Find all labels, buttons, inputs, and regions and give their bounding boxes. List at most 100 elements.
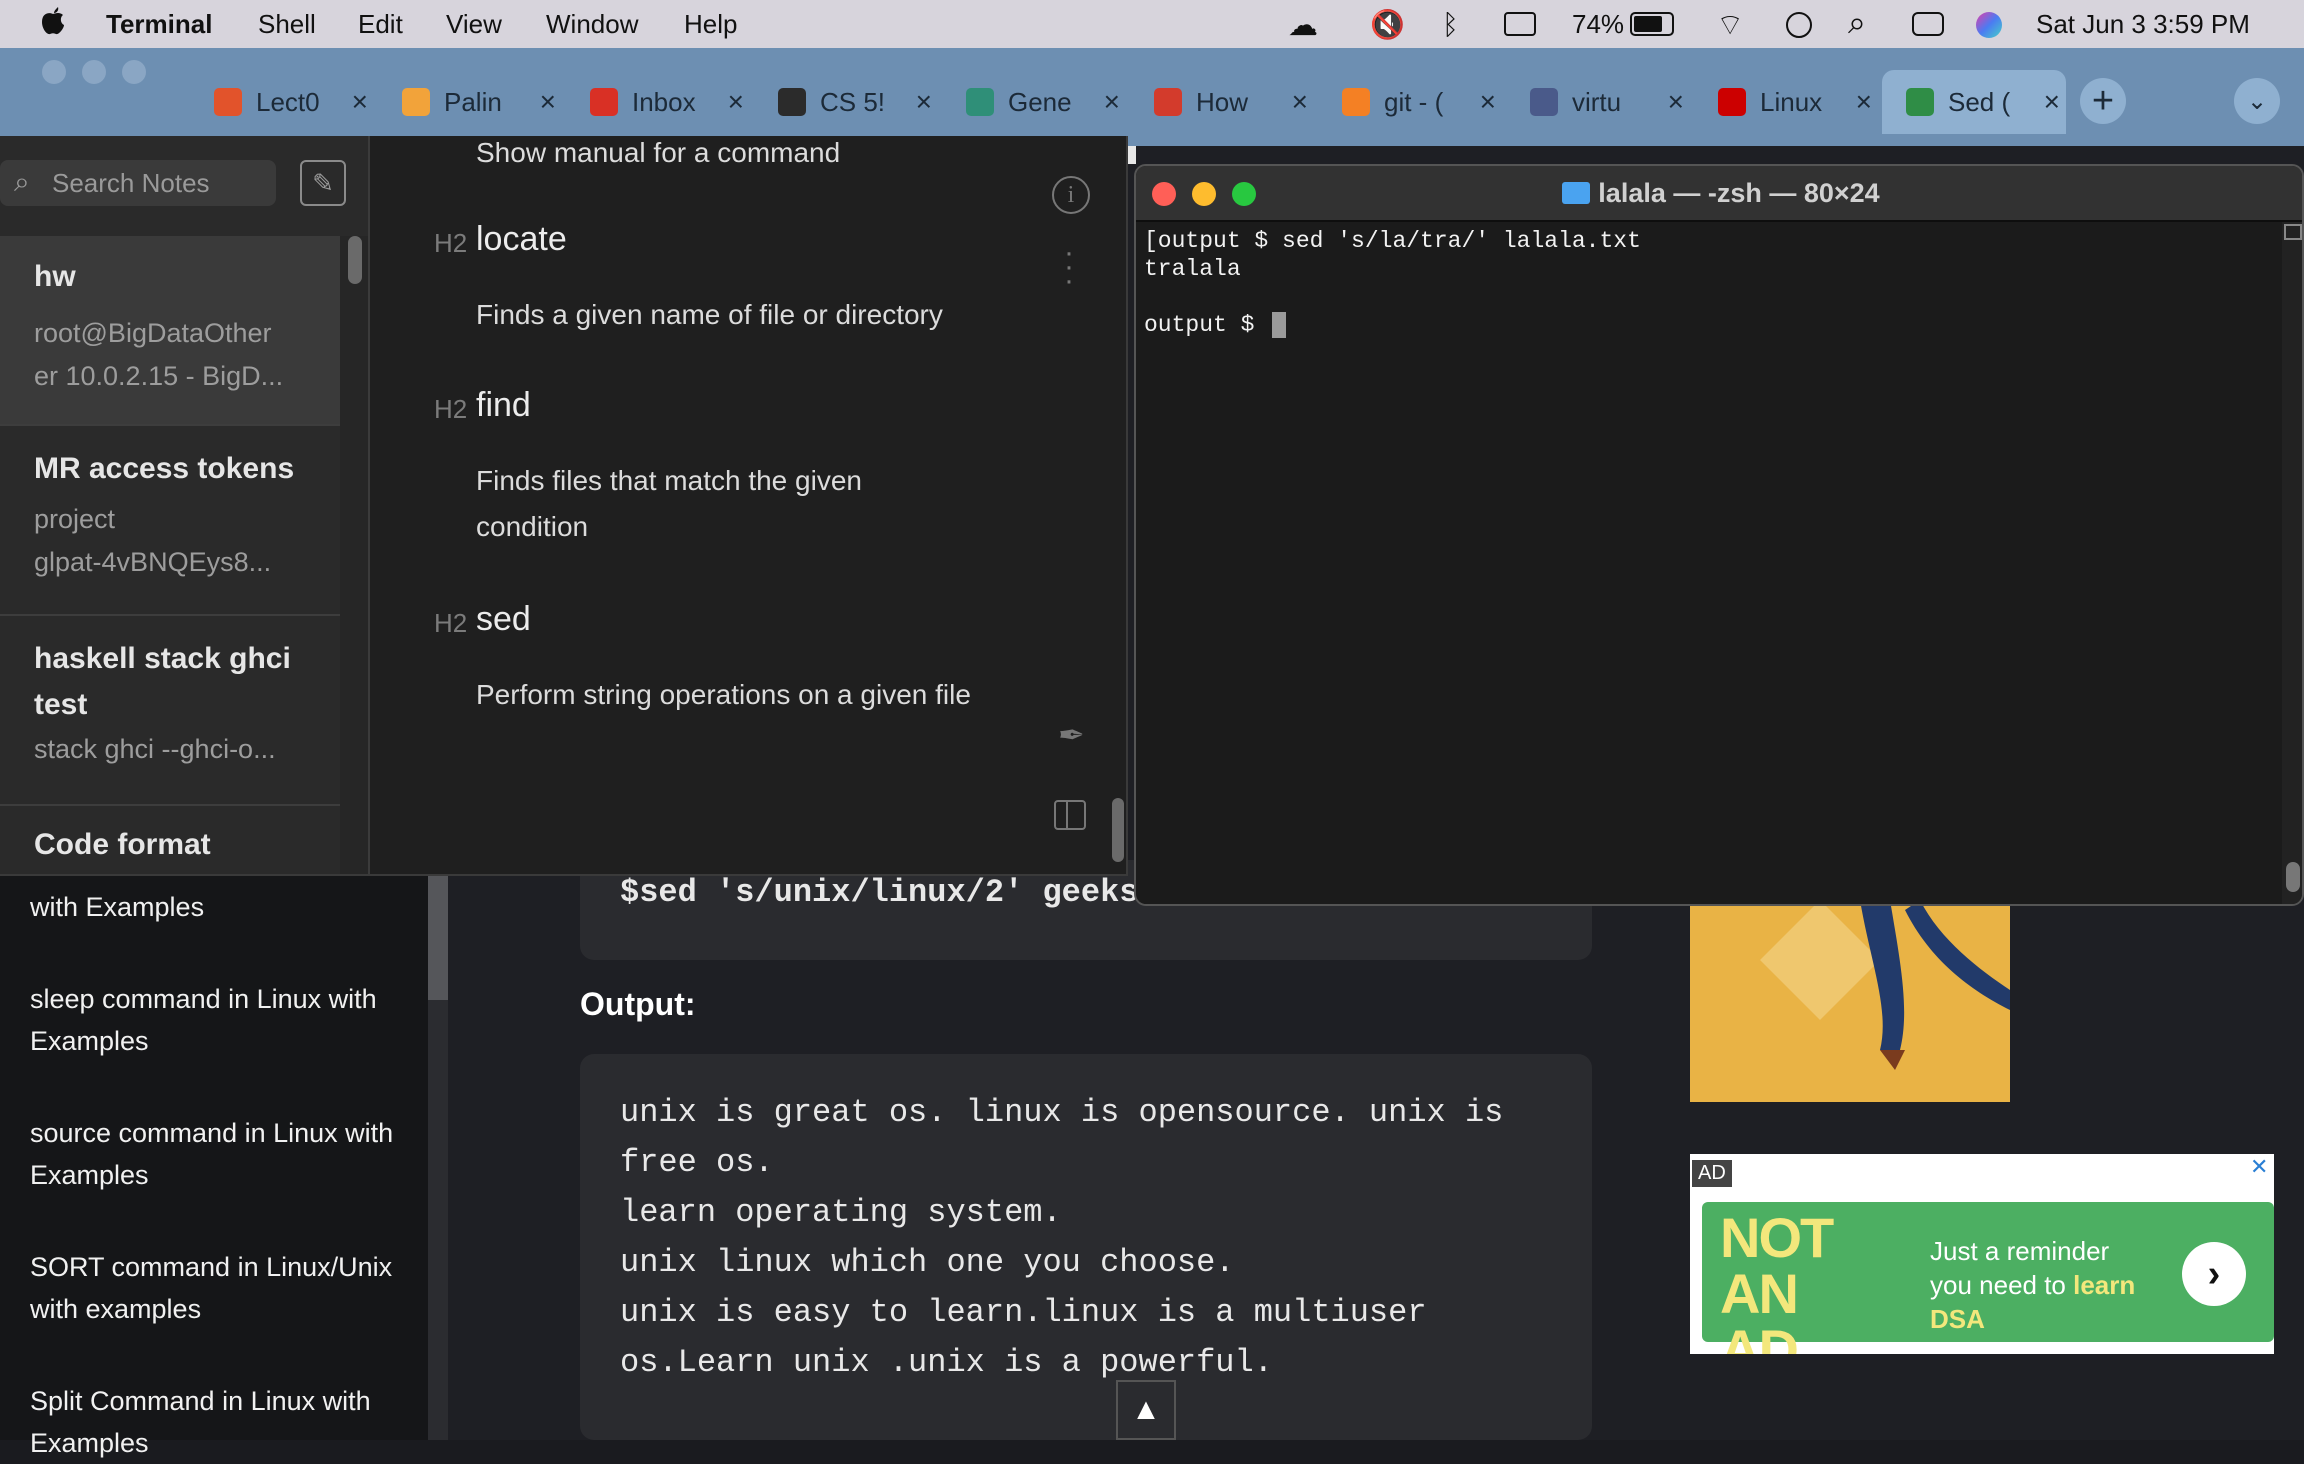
browser-tab[interactable]: Palin ×	[378, 70, 562, 134]
sidebar-link[interactable]: with Examples	[30, 886, 410, 928]
terminal-titlebar[interactable]: lalala — -zsh — 80×24	[1136, 166, 2302, 222]
lecture-icon	[214, 88, 242, 116]
output-label: Output:	[580, 986, 696, 1022]
note-item-haskell[interactable]: haskell stack ghci test stack ghci --ghc…	[0, 616, 340, 806]
menu-view[interactable]: View	[446, 9, 502, 40]
more-options-icon[interactable]: · · ·	[1064, 238, 1074, 296]
browser-tab[interactable]: virtu ×	[1506, 70, 1690, 134]
browser-tab[interactable]: Lect0 ×	[190, 70, 374, 134]
info-icon[interactable]: i	[1052, 176, 1090, 214]
close-tab-icon[interactable]: ×	[1104, 86, 1120, 118]
notes-list: ⌕ Search Notes ✎ hw root@BigDataOther er…	[0, 136, 370, 874]
note-title: hw	[34, 260, 76, 293]
spotlight-search-icon[interactable]: ⌕	[1848, 4, 1866, 42]
note-editor[interactable]: Show manual for a command H2 locate Find…	[372, 136, 1126, 874]
heading-level-tag: H2	[434, 228, 468, 258]
close-tab-icon[interactable]: ×	[352, 86, 368, 118]
close-tab-icon[interactable]: ×	[1480, 86, 1496, 118]
sidebar-link[interactable]: SORT command in Linux/Unix with examples	[30, 1246, 410, 1330]
ad-badge: AD	[1692, 1160, 1732, 1187]
browser-tab[interactable]: Linux ×	[1694, 70, 1878, 134]
university-icon	[1530, 88, 1558, 116]
terminal-scroll-thumb[interactable]	[2286, 862, 2300, 892]
sidebar-link[interactable]: Split Command in Linux with Examples	[30, 1380, 410, 1464]
note-title: haskell stack ghci	[34, 642, 291, 675]
editor-scroll-thumb[interactable]	[1112, 798, 1124, 862]
split-pane-icon[interactable]	[2284, 224, 2302, 240]
tab-label: virtu	[1572, 86, 1622, 117]
input-menu-icon[interactable]	[1504, 12, 1536, 36]
browser-tab[interactable]: git - (×	[1318, 70, 1502, 134]
close-tab-icon[interactable]: ×	[540, 86, 556, 118]
notes-list-scrollbar[interactable]	[340, 236, 368, 874]
note-item-hw[interactable]: hw root@BigDataOther er 10.0.2.15 - BigD…	[0, 236, 340, 426]
terminal-scrollbar[interactable]	[2282, 222, 2302, 904]
browser-tab[interactable]: Gene ×	[942, 70, 1126, 134]
output-line: unix linux which one you choose.	[620, 1244, 1235, 1281]
browser-tab[interactable]: Sed (×	[1882, 70, 2066, 134]
close-tab-icon[interactable]: ×	[728, 86, 744, 118]
editor-text: Finds files that match the given	[476, 465, 862, 496]
note-title-line2: test	[34, 688, 88, 721]
ad-illustration[interactable]	[1690, 900, 2010, 1102]
leetcode-icon	[402, 88, 430, 116]
note-item-mr-access-tokens[interactable]: MR access tokens project glpat-4vBNQEys8…	[0, 426, 340, 616]
pen-icon[interactable]: ✒	[1058, 716, 1085, 754]
editor-text: condition	[476, 511, 589, 542]
browser-tab[interactable]: Inbox ×	[566, 70, 750, 134]
tuple-icon	[1154, 88, 1182, 116]
note-preview: er 10.0.2.15 - BigD...	[34, 361, 284, 391]
terminal-prompt[interactable]: output $	[1144, 312, 1268, 338]
search-icon: ⌕	[14, 166, 30, 197]
close-tab-icon[interactable]: ×	[1292, 86, 1308, 118]
tab-list-chevron-icon[interactable]: ⌄	[2234, 78, 2280, 124]
note-preview: glpat-4vBNQEys8...	[34, 547, 272, 577]
scroll-to-top-button[interactable]: ▲	[1116, 1380, 1176, 1440]
editor-heading: locate	[476, 220, 567, 258]
sidebar-link[interactable]: sleep command in Linux with Examples	[30, 978, 410, 1062]
menu-help[interactable]: Help	[684, 9, 737, 40]
bluetooth-icon[interactable]: ᛒ	[1442, 9, 1459, 41]
terminal-line: tralala	[1144, 256, 1241, 282]
close-tab-icon[interactable]: ×	[916, 86, 932, 118]
siri-icon[interactable]	[1976, 12, 2002, 38]
menu-shell[interactable]: Shell	[258, 9, 316, 40]
wifi-icon[interactable]: ⌔	[1716, 6, 1744, 44]
notes-app-window: ⌕ Search Notes ✎ hw root@BigDataOther er…	[0, 136, 1128, 876]
code-block-output: unix is great os. linux is opensource. u…	[580, 1054, 1592, 1440]
ad-close-icon[interactable]: ✕	[2250, 1154, 2268, 1180]
apple-icon[interactable]	[40, 5, 66, 43]
browser-tab[interactable]: How ×	[1130, 70, 1314, 134]
terminal-line: [output $ sed 's/la/tra/' lalala.txt	[1144, 228, 1641, 254]
browser-tab[interactable]: CS 5! ×	[754, 70, 938, 134]
battery-icon[interactable]	[1630, 12, 1674, 36]
sidebar-toggle-icon[interactable]	[1054, 800, 1086, 830]
ad-next-arrow-icon[interactable]: ›	[2182, 1242, 2246, 1306]
new-tab-button[interactable]: +	[2080, 78, 2126, 124]
close-tab-icon[interactable]: ×	[1668, 86, 1684, 118]
terminal-title: lalala — -zsh — 80×24	[1136, 178, 2302, 209]
editor-text: Show manual for a command	[476, 137, 841, 168]
stackoverflow-icon	[1342, 88, 1370, 116]
menu-edit[interactable]: Edit	[358, 9, 403, 40]
terminal-window[interactable]: lalala — -zsh — 80×24 [output $ sed 's/l…	[1134, 164, 2304, 906]
menu-clock[interactable]: Sat Jun 3 3:59 PM	[2036, 9, 2250, 40]
search-notes-input[interactable]: ⌕ Search Notes	[0, 160, 276, 206]
battery-percent[interactable]: 74%	[1572, 9, 1624, 40]
ad-banner[interactable]: AD ✕ NOT AN AD Just a reminder you need …	[1690, 1154, 2274, 1354]
document-icon	[778, 88, 806, 116]
notes-list-scroll-thumb[interactable]	[348, 236, 362, 284]
control-center-icon[interactable]	[1912, 12, 1944, 36]
address-bar[interactable]	[1128, 146, 1136, 164]
mute-icon[interactable]: 🔇	[1370, 8, 1405, 41]
close-tab-icon[interactable]: ×	[2044, 86, 2060, 118]
cloud-sync-icon[interactable]: ☁	[1288, 8, 1318, 43]
close-tab-icon[interactable]: ×	[1856, 86, 1872, 118]
note-item-code-format[interactable]: Code format	[0, 806, 340, 874]
menu-window[interactable]: Window	[546, 9, 638, 40]
sidebar-link[interactable]: source command in Linux with Examples	[30, 1112, 410, 1196]
menu-app-name[interactable]: Terminal	[106, 9, 212, 40]
code-command-text: $sed 's/unix/linux/2' geeks	[620, 874, 1139, 911]
user-icon[interactable]	[1786, 12, 1812, 38]
new-note-button[interactable]: ✎	[300, 160, 346, 206]
